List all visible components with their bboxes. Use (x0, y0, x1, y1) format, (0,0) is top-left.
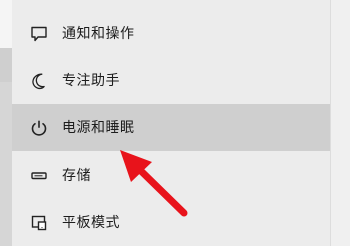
menu-item-notifications-and-actions[interactable]: 通知和操作 (12, 10, 330, 57)
menu-item-tablet-mode[interactable]: 平板模式 (12, 199, 330, 246)
tablet-mode-icon (30, 214, 48, 232)
storage-icon (30, 167, 48, 185)
menu-item-label: 存储 (62, 167, 91, 184)
message-icon (30, 25, 48, 43)
menu-item-label: 专注助手 (62, 72, 120, 89)
menu-item-label: 电源和睡眠 (62, 119, 135, 136)
power-icon (30, 119, 48, 137)
settings-screen: 通知和操作 专注助手 电源和睡眠 存储 平板模式 (0, 0, 350, 246)
menu-item-storage[interactable]: 存储 (12, 152, 330, 199)
left-strip-top-area (0, 0, 12, 48)
left-strip-highlight-band (0, 48, 12, 82)
moon-icon (30, 72, 48, 90)
menu-item-label: 平板模式 (62, 214, 120, 231)
menu-item-power-and-sleep[interactable]: 电源和睡眠 (12, 104, 330, 151)
menu-item-focus-assist[interactable]: 专注助手 (12, 57, 330, 104)
menu-item-label: 通知和操作 (62, 25, 135, 42)
left-navigation-strip (0, 0, 12, 246)
vertical-scrollbar[interactable] (330, 0, 350, 246)
settings-menu-panel: 通知和操作 专注助手 电源和睡眠 存储 平板模式 (12, 0, 330, 246)
